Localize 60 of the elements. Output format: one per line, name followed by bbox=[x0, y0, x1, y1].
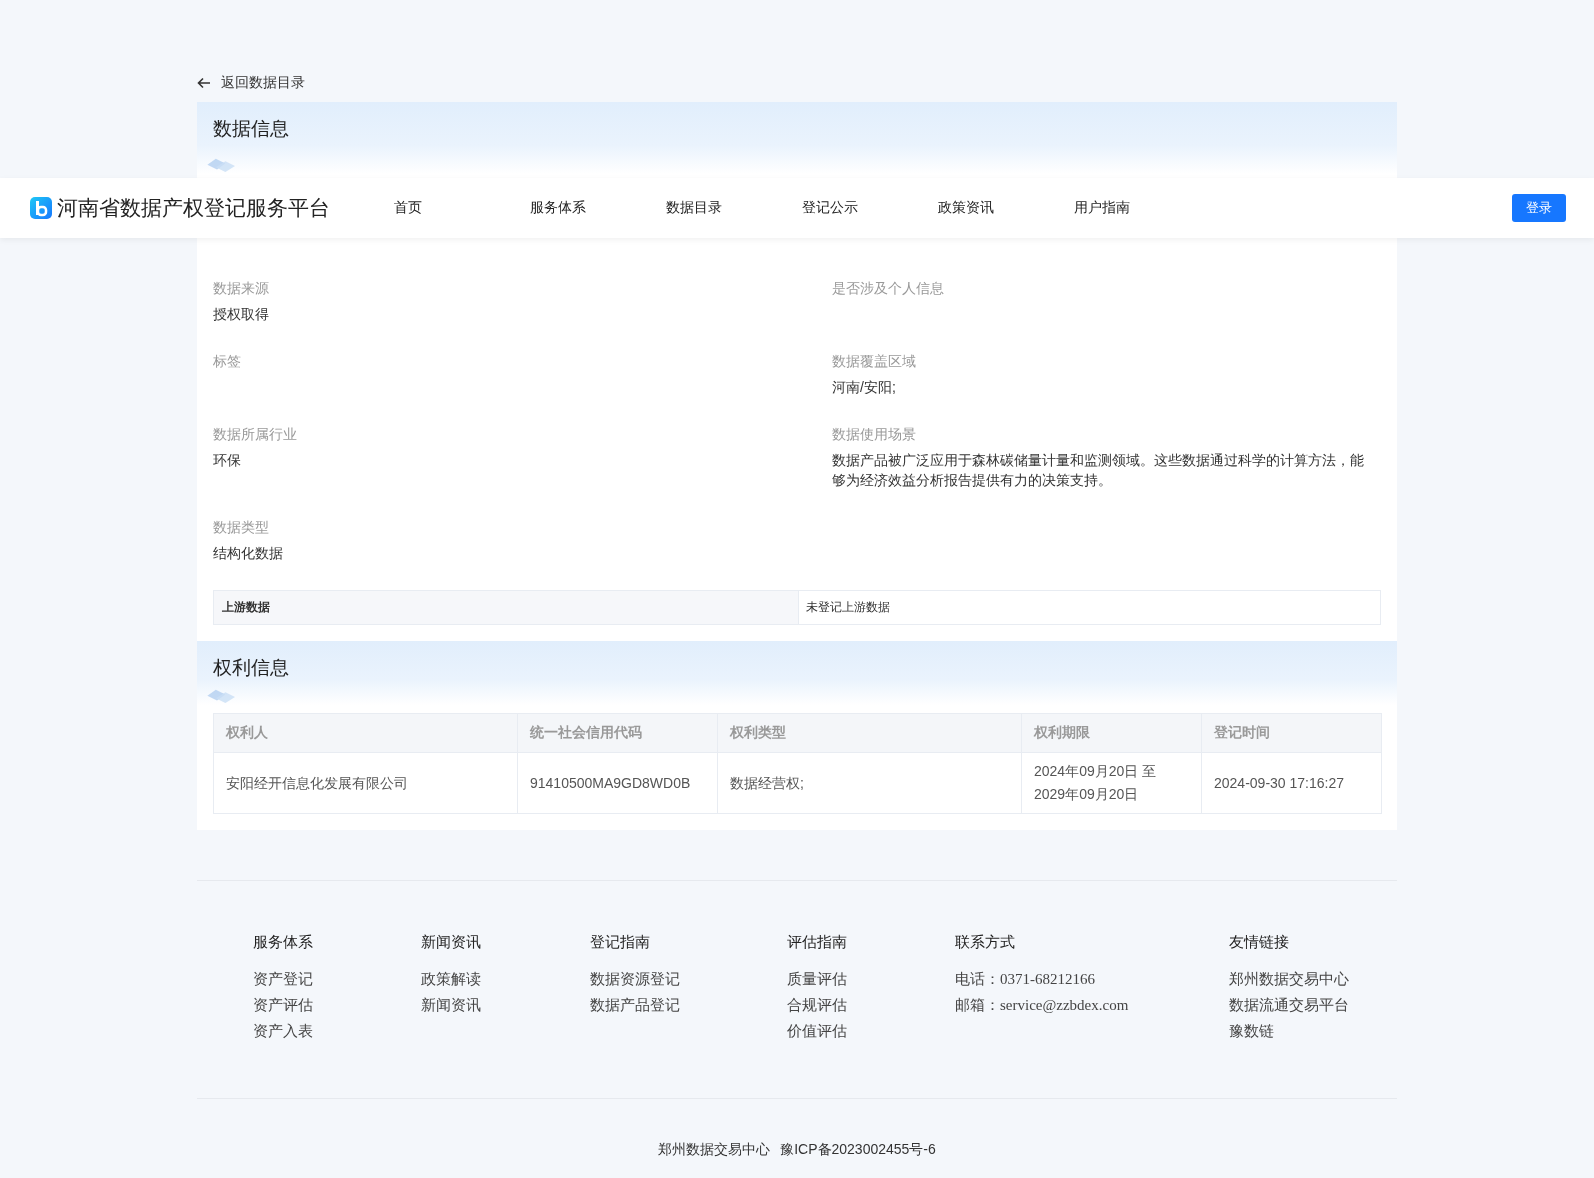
column-header: 权利类型 bbox=[717, 713, 1022, 753]
section-title: 权利信息 bbox=[213, 656, 289, 680]
footer-link[interactable]: 资产入表 bbox=[253, 1018, 421, 1044]
copyright-text: 郑州数据交易中心 bbox=[658, 1141, 771, 1159]
field-label: 数据来源 bbox=[213, 279, 270, 298]
back-link[interactable]: 返回数据目录 bbox=[197, 72, 305, 94]
footer-link[interactable]: 合规评估 bbox=[787, 992, 955, 1018]
table-cell: 91410500MA9GD8WD0B bbox=[517, 752, 718, 814]
footer-link[interactable]: 郑州数据交易中心 bbox=[1229, 966, 1397, 992]
footer-link[interactable]: 资产评估 bbox=[253, 992, 421, 1018]
footer-heading: 新闻资讯 bbox=[421, 933, 482, 952]
field-label: 数据类型 bbox=[213, 518, 270, 537]
nav-link[interactable]: 数据目录 bbox=[666, 199, 802, 217]
field-value: 河南/安阳; bbox=[832, 378, 897, 397]
table-cell-text: 未登记上游数据 bbox=[805, 599, 891, 616]
footer-heading: 友情链接 bbox=[1229, 933, 1290, 952]
field-label: 标签 bbox=[213, 352, 242, 371]
field-label: 数据覆盖区域 bbox=[832, 352, 917, 371]
footer-link[interactable]: 豫数链 bbox=[1229, 1018, 1397, 1044]
table-cell: 2024年09月20日 至 2029年09月20日 bbox=[1021, 752, 1202, 814]
field-label: 数据使用场景 bbox=[832, 425, 917, 444]
table-cell: 上游数据 bbox=[214, 591, 799, 624]
field-value: 授权取得 bbox=[213, 305, 270, 324]
copyright-text: 豫ICP备2023002455号-6 bbox=[780, 1141, 936, 1159]
field-value: 数据产品被广泛应用于森林碳储量计量和监测领域。这些数据通过科学的计算方法，能够为经济效益分析报告提供有力的决策支持。 bbox=[832, 451, 1365, 490]
column-header: 统一社会信用代码 bbox=[517, 713, 718, 753]
field-value: 环保 bbox=[213, 451, 242, 470]
footer-heading: 登记指南 bbox=[590, 933, 651, 952]
footer-link[interactable]: 电话：0371-68212166 bbox=[955, 966, 1229, 992]
footer-heading: 评估指南 bbox=[787, 933, 848, 952]
footer-link[interactable]: 政策解读 bbox=[421, 966, 590, 992]
footer-link[interactable]: 数据产品登记 bbox=[590, 992, 787, 1018]
column-header: 权利人 bbox=[213, 713, 518, 753]
nav-link[interactable]: 服务体系 bbox=[530, 199, 666, 217]
nav-link[interactable]: 登记公示 bbox=[802, 199, 938, 217]
footer-link[interactable]: 资产登记 bbox=[253, 966, 421, 992]
table-cell: 安阳经开信息化发展有限公司 bbox=[213, 752, 518, 814]
footer-link[interactable]: 质量评估 bbox=[787, 966, 955, 992]
login-button[interactable]: 登录 bbox=[1512, 194, 1566, 222]
footer-link[interactable]: 数据流通交易平台 bbox=[1229, 992, 1397, 1018]
footer-link[interactable]: 邮箱：service@zzbdex.com bbox=[955, 992, 1229, 1018]
logo-icon bbox=[30, 197, 52, 219]
nav-link[interactable]: 用户指南 bbox=[1074, 199, 1210, 217]
footer-link[interactable]: 新闻资讯 bbox=[421, 992, 590, 1018]
column-header: 权利期限 bbox=[1021, 713, 1202, 753]
field-label: 数据所属行业 bbox=[213, 425, 298, 444]
nav-link[interactable]: 政策资讯 bbox=[938, 199, 1074, 217]
back-arrow-icon bbox=[197, 77, 211, 89]
column-header: 登记时间 bbox=[1201, 713, 1382, 753]
section-title: 数据信息 bbox=[213, 117, 289, 141]
table-cell: 2024-09-30 17:16:27 bbox=[1201, 752, 1382, 814]
footer-heading: 服务体系 bbox=[253, 933, 314, 952]
field-label: 是否涉及个人信息 bbox=[832, 279, 945, 298]
field-value: 结构化数据 bbox=[213, 544, 284, 563]
footer-link[interactable]: 价值评估 bbox=[787, 1018, 955, 1044]
footer-heading: 联系方式 bbox=[955, 933, 1016, 952]
nav-link[interactable]: 首页 bbox=[394, 199, 530, 217]
table-cell: 数据经营权; bbox=[717, 752, 1022, 814]
footer-link[interactable]: 数据资源登记 bbox=[590, 966, 787, 992]
site-title: 河南省数据产权登记服务平台 bbox=[57, 195, 330, 221]
